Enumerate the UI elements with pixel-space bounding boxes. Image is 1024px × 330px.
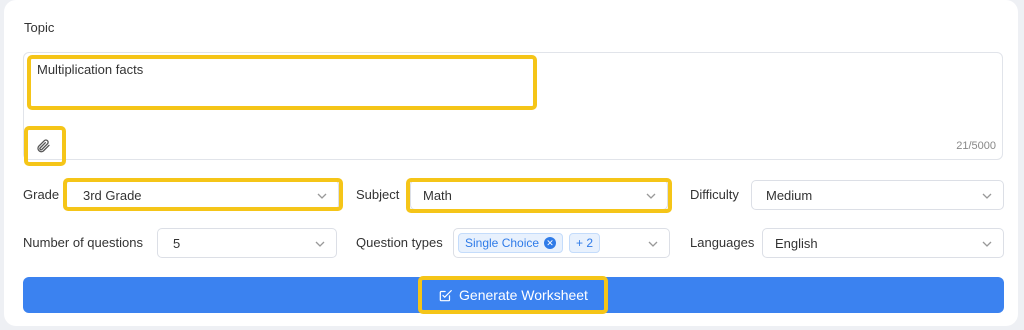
question-type-tag[interactable]: Single Choice ✕	[458, 233, 564, 253]
chevron-down-icon	[982, 193, 992, 199]
edit-check-icon	[439, 288, 453, 302]
languages-value: English	[775, 235, 818, 251]
close-circle-icon[interactable]: ✕	[544, 237, 557, 249]
grade-value: 3rd Grade	[83, 187, 142, 203]
subject-value: Math	[423, 187, 452, 203]
chevron-down-icon	[982, 241, 992, 247]
generate-worksheet-label: Generate Worksheet	[459, 287, 588, 303]
question-types-select[interactable]: Single Choice ✕ + 2	[453, 228, 670, 258]
difficulty-label: Difficulty	[690, 187, 739, 202]
num-questions-select[interactable]: 5	[157, 228, 337, 258]
num-questions-label: Number of questions	[23, 235, 143, 250]
chevron-down-icon	[315, 241, 325, 247]
topic-label: Topic	[24, 20, 55, 35]
grade-label: Grade	[23, 187, 60, 202]
paperclip-icon	[37, 139, 50, 153]
topic-textarea[interactable]	[23, 52, 1003, 160]
topic-text[interactable]: Multiplication facts	[37, 62, 143, 77]
generate-worksheet-button[interactable]: Generate Worksheet	[23, 277, 1004, 313]
languages-label: Languages	[690, 235, 755, 250]
question-type-tag-label: Single Choice	[465, 236, 540, 250]
languages-select[interactable]: English	[762, 228, 1004, 258]
difficulty-select[interactable]: Medium	[751, 180, 1004, 210]
num-questions-value: 5	[173, 235, 181, 251]
chevron-down-icon	[648, 241, 658, 247]
chevron-down-icon	[317, 193, 327, 199]
difficulty-value: Medium	[766, 187, 813, 203]
question-type-more-tag[interactable]: + 2	[569, 233, 601, 253]
grade-select[interactable]: 3rd Grade	[66, 180, 339, 210]
attach-button[interactable]	[31, 134, 55, 158]
char-count: 21/5000	[956, 140, 996, 152]
chevron-down-icon	[646, 193, 656, 199]
subject-label: Subject	[356, 187, 400, 202]
subject-select[interactable]: Math	[410, 180, 668, 210]
question-types-label: Question types	[356, 235, 443, 250]
